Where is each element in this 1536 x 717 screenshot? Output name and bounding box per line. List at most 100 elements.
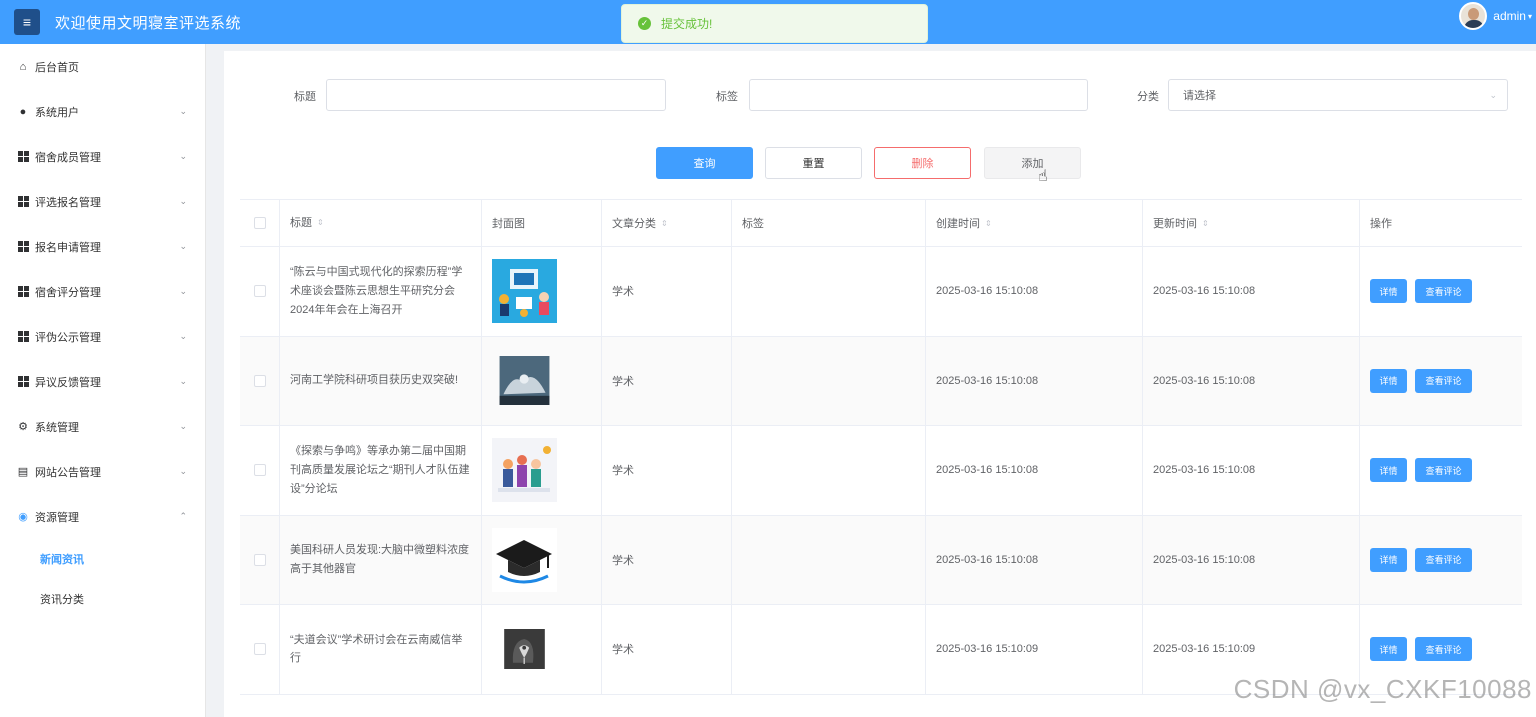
chevron-down-icon: ⌄: [179, 286, 187, 296]
chevron-down-icon: ⌄: [179, 376, 187, 386]
sidebar-item-label: 系统管理: [35, 421, 79, 434]
filter-bar: 标题 标签 分类 请选择 ⌄: [224, 79, 1536, 111]
sidebar-item-label: 系统用户: [35, 106, 79, 119]
row-checkbox[interactable]: [253, 464, 266, 477]
sort-icon[interactable]: ⇕: [1202, 219, 1209, 228]
query-button[interactable]: 查询: [656, 147, 753, 179]
chevron-up-icon: ⌃: [179, 511, 187, 521]
cover-cell: [482, 426, 602, 515]
row-checkbox[interactable]: [253, 643, 266, 656]
table-row: 河南工学院科研项目获历史双突破! 学术 2025-03-16 15:10:08 …: [240, 336, 1522, 426]
cover-image[interactable]: [492, 259, 557, 324]
detail-button[interactable]: 详情: [1370, 547, 1407, 572]
category-select-placeholder: 请选择: [1183, 90, 1216, 102]
title-cell: 《探索与争鸣》等承办第二届中国期刊高质量发展论坛之“期刊人才队伍建设”分论坛: [280, 426, 482, 515]
sidebar-subitem-news[interactable]: 新闻资讯: [0, 539, 205, 579]
reset-button[interactable]: 重置: [765, 147, 862, 179]
sidebar-item-dorm-members[interactable]: 宿舍成员管理 ⌄: [0, 134, 205, 179]
sidebar-item-home[interactable]: ⌂ 后台首页: [0, 44, 205, 89]
hamburger-icon: ≡: [22, 14, 32, 30]
sidebar-item-label: 宿舍评分管理: [35, 286, 101, 299]
category-select[interactable]: 请选择 ⌄: [1168, 79, 1508, 111]
sidebar-item-label: 宿舍成员管理: [35, 151, 101, 164]
title-cell: “夫道会议”学术研讨会在云南威信举行: [280, 605, 482, 694]
user-icon: ●: [19, 105, 27, 118]
updated-time-cell: 2025-03-16 15:10:08: [1143, 426, 1360, 515]
tag-filter-input[interactable]: [749, 79, 1088, 111]
detail-button[interactable]: 详情: [1370, 279, 1407, 304]
detail-button[interactable]: 详情: [1370, 637, 1407, 662]
column-header-label: 更新时间: [1153, 218, 1197, 230]
tag-filter-label: 标签: [716, 91, 738, 103]
menu-toggle-button[interactable]: ≡: [14, 9, 40, 35]
chevron-down-icon: ⌄: [179, 151, 187, 161]
sidebar-subitem-news-category[interactable]: 资讯分类: [0, 579, 205, 619]
title-cell: 美国科研人员发现:大脑中微塑料浓度高于其他器官: [280, 515, 482, 604]
column-header-cover: 封面图: [482, 200, 602, 246]
sidebar-item-application[interactable]: 报名申请管理 ⌄: [0, 224, 205, 269]
title-cell: “陈云与中国式现代化的探索历程”学术座谈会暨陈云思想生平研究分会2024年年会在…: [280, 247, 482, 336]
detail-button[interactable]: 详情: [1370, 458, 1407, 483]
sidebar-item-system-users[interactable]: ● 系统用户 ⌄: [0, 89, 205, 134]
cover-image[interactable]: [492, 356, 557, 406]
row-select-cell: [240, 247, 280, 336]
category-cell: 学术: [602, 336, 732, 425]
avatar: [1459, 2, 1488, 30]
created-time-cell: 2025-03-16 15:10:08: [926, 247, 1143, 336]
grid-icon: [17, 196, 29, 208]
tag-cell: [732, 336, 926, 425]
view-comments-button[interactable]: 查看评论: [1415, 279, 1472, 304]
sidebar-item-public-notice[interactable]: 评伪公示管理 ⌄: [0, 314, 205, 359]
cover-image[interactable]: [492, 527, 557, 592]
tag-cell: [732, 605, 926, 694]
view-comments-button[interactable]: 查看评论: [1415, 368, 1472, 393]
cover-image[interactable]: [492, 438, 557, 503]
view-comments-button[interactable]: 查看评论: [1415, 458, 1472, 483]
check-circle-icon: ✓: [638, 17, 651, 30]
cover-cell: [482, 515, 602, 604]
info-icon: ◉: [18, 511, 28, 523]
row-select-cell: [240, 605, 280, 694]
cover-cell: [482, 605, 602, 694]
sort-icon[interactable]: ⇕: [661, 219, 668, 228]
sidebar-item-label: 网站公告管理: [35, 466, 101, 479]
column-header-label: 文章分类: [612, 218, 656, 230]
column-header-label: 标题: [290, 216, 312, 229]
view-comments-button[interactable]: 查看评论: [1415, 637, 1472, 662]
tag-cell: [732, 426, 926, 515]
sidebar-item-announcements[interactable]: ▤ 网站公告管理 ⌄: [0, 449, 205, 494]
sidebar-item-selection-registration[interactable]: 评选报名管理 ⌄: [0, 179, 205, 224]
sidebar-item-system-management[interactable]: ⚙ 系统管理 ⌄: [0, 404, 205, 449]
success-toast: ✓ 提交成功!: [621, 4, 928, 43]
sidebar-item-dorm-score[interactable]: 宿舍评分管理 ⌄: [0, 269, 205, 314]
actions-cell: 详情 查看评论: [1360, 247, 1522, 336]
sort-icon[interactable]: ⇕: [985, 219, 992, 228]
column-header-updated[interactable]: 更新时间 ⇕: [1143, 200, 1360, 246]
sidebar-item-resources[interactable]: ◉ 资源管理 ⌃: [0, 494, 205, 539]
title-filter-input[interactable]: [326, 79, 666, 111]
actions-cell: 详情 查看评论: [1360, 337, 1522, 426]
column-header-category[interactable]: 文章分类 ⇕: [602, 200, 732, 246]
row-checkbox[interactable]: [253, 553, 266, 566]
delete-button[interactable]: 删除: [874, 147, 971, 179]
sidebar-item-objection-feedback[interactable]: 异议反馈管理 ⌄: [0, 359, 205, 404]
view-comments-button[interactable]: 查看评论: [1415, 547, 1472, 572]
actions-cell: 详情 查看评论: [1360, 426, 1522, 515]
category-filter-label: 分类: [1137, 91, 1159, 103]
cover-image[interactable]: [492, 629, 557, 670]
row-checkbox[interactable]: [253, 285, 266, 298]
watermark: CSDN @vx_CXKF10088: [1233, 674, 1532, 704]
select-all-checkbox[interactable]: [253, 217, 266, 229]
detail-button[interactable]: 详情: [1370, 368, 1407, 393]
add-button[interactable]: 添加: [984, 147, 1081, 179]
category-cell: 学术: [602, 426, 732, 515]
sort-icon[interactable]: ⇕: [317, 216, 324, 230]
cover-cell: [482, 247, 602, 336]
category-cell: 学术: [602, 515, 732, 604]
column-header-title[interactable]: 标题 ⇕: [280, 200, 482, 246]
grid-icon: [17, 151, 29, 163]
row-checkbox[interactable]: [253, 374, 266, 387]
hand-cursor-icon: ☝: [1038, 168, 1048, 185]
user-menu[interactable]: admin ▾: [1459, 0, 1532, 32]
column-header-created[interactable]: 创建时间 ⇕: [926, 200, 1143, 246]
